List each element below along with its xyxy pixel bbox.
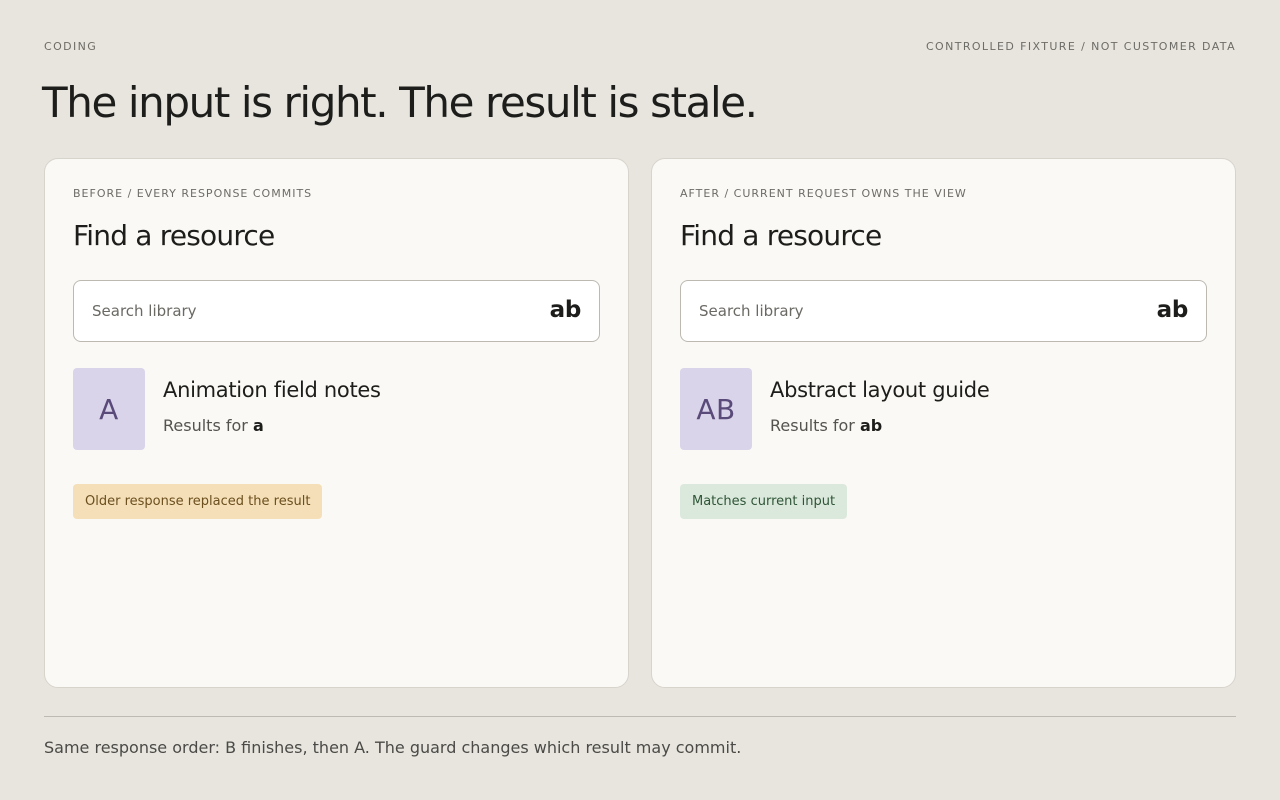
footer-note: Same response order: B finishes, then A.… <box>44 738 742 757</box>
result-item[interactable]: A Animation field notes Results for a <box>73 368 600 450</box>
before-panel: BEFORE / EVERY RESPONSE COMMITS Find a r… <box>44 158 629 688</box>
page-title: The input is right. The result is stale. <box>42 78 758 127</box>
result-tile: AB <box>680 368 752 450</box>
result-sub-prefix: Results for <box>770 416 855 435</box>
result-item[interactable]: AB Abstract layout guide Results for ab <box>680 368 1207 450</box>
result-subtitle: Results for a <box>163 416 264 435</box>
panel-title: Find a resource <box>680 219 882 252</box>
result-subtitle: Results for ab <box>770 416 882 435</box>
search-input[interactable]: Search library ab <box>73 280 600 342</box>
fixture-note: CONTROLLED FIXTURE / NOT CUSTOMER DATA <box>925 40 1236 53</box>
divider <box>44 716 1236 717</box>
search-placeholder: Search library <box>699 302 804 320</box>
status-badge: Matches current input <box>680 484 848 519</box>
panel-label: AFTER / CURRENT REQUEST OWNS THE VIEW <box>680 187 967 200</box>
search-value: ab <box>1156 297 1189 323</box>
panel-title: Find a resource <box>73 219 275 252</box>
search-input[interactable]: Search library ab <box>680 280 1207 342</box>
result-name: Abstract layout guide <box>770 378 990 402</box>
panel-label: BEFORE / EVERY RESPONSE COMMITS <box>73 187 313 200</box>
result-name: Animation field notes <box>163 378 381 402</box>
result-sub-query: ab <box>859 416 883 435</box>
category-label: CODING <box>44 40 98 53</box>
search-placeholder: Search library <box>92 302 197 320</box>
page: CODING CONTROLLED FIXTURE / NOT CUSTOMER… <box>0 0 1280 800</box>
top-bar: CODING CONTROLLED FIXTURE / NOT CUSTOMER… <box>44 40 1236 53</box>
result-sub-prefix: Results for <box>163 416 248 435</box>
after-panel: AFTER / CURRENT REQUEST OWNS THE VIEW Fi… <box>651 158 1236 688</box>
search-value: ab <box>549 297 582 323</box>
result-sub-query: a <box>252 416 264 435</box>
result-tile: A <box>73 368 145 450</box>
status-badge: Older response replaced the result <box>73 484 323 519</box>
